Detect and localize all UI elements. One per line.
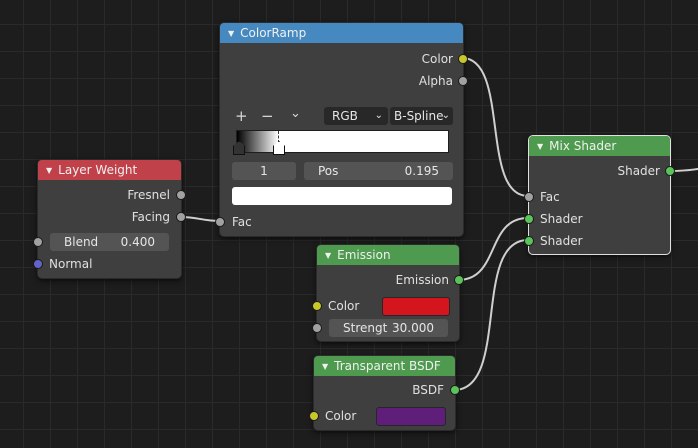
input-fac-socket[interactable] — [524, 192, 534, 202]
input-color-socket[interactable] — [312, 301, 322, 311]
layer-weight-header[interactable]: ▼ Layer Weight — [38, 160, 181, 180]
chevron-down-icon: ⌄ — [374, 110, 383, 121]
output-alpha-label: Alpha — [418, 74, 453, 88]
chevron-down-icon: ⌄ — [441, 110, 450, 121]
output-fresnel-socket[interactable] — [176, 190, 186, 200]
mix-shader-title: Mix Shader — [549, 139, 617, 153]
output-facing-label: Facing — [131, 210, 170, 224]
link-bsdf-to-mix-shader2 — [453, 239, 529, 391]
collapse-triangle-icon[interactable]: ▼ — [325, 251, 331, 260]
link-emission-to-mix-shader1 — [457, 217, 529, 281]
collapse-triangle-icon[interactable]: ▼ — [322, 362, 328, 371]
output-bsdf-socket[interactable] — [450, 385, 460, 395]
blend-field[interactable]: Blend 0.400 — [50, 233, 169, 251]
emission-title: Emission — [337, 248, 391, 262]
output-fresnel-label: Fresnel — [127, 188, 170, 202]
link-color-to-mix-fac — [461, 57, 529, 197]
emission-color-swatch[interactable] — [382, 297, 450, 316]
mix-shader-node[interactable]: ▼ Mix Shader Shader Fac Shader Shader — [524, 135, 675, 255]
stop-index-value: 1 — [260, 164, 268, 178]
stop-pos-field[interactable]: Pos 0.195 — [304, 162, 453, 180]
output-emission-socket[interactable] — [454, 275, 464, 285]
layer-weight-title: Layer Weight — [58, 163, 138, 177]
transparent-bsdf-title: Transparent BSDF — [334, 359, 441, 373]
input-color-label: Color — [325, 409, 357, 423]
transparent-bsdf-header[interactable]: ▼ Transparent BSDF — [314, 356, 455, 376]
output-alpha-socket[interactable] — [458, 76, 468, 86]
input-fac-label: Fac — [540, 190, 560, 204]
emission-header[interactable]: ▼ Emission — [317, 245, 459, 265]
output-color-socket[interactable] — [458, 54, 468, 64]
collapse-triangle-icon[interactable]: ▼ — [46, 166, 52, 175]
input-fac-label: Fac — [232, 215, 252, 229]
emission-node[interactable]: ▼ Emission Emission Color Strengt 30.000 — [312, 244, 464, 342]
color-ramp-gradient[interactable] — [236, 130, 449, 153]
strength-value: 30.000 — [392, 321, 434, 335]
remove-stop-button[interactable]: − — [261, 107, 274, 125]
input-fac-socket[interactable] — [215, 217, 225, 227]
input-shader1-socket[interactable] — [524, 214, 534, 224]
input-color-label: Color — [328, 299, 360, 313]
interpolation-select[interactable]: B-Spline ⌄ — [390, 107, 453, 125]
colorramp-header[interactable]: ▼ ColorRamp — [220, 23, 463, 43]
input-strength-socket[interactable] — [312, 323, 322, 333]
input-shader1-label: Shader — [540, 212, 583, 226]
collapse-triangle-icon[interactable]: ▼ — [228, 29, 234, 38]
pos-label: Pos — [318, 164, 339, 178]
output-bsdf-label: BSDF — [412, 383, 444, 397]
input-shader2-socket[interactable] — [524, 236, 534, 246]
colorramp-title: ColorRamp — [240, 26, 307, 40]
strength-field[interactable]: Strengt 30.000 — [329, 319, 448, 337]
mix-shader-header[interactable]: ▼ Mix Shader — [529, 136, 670, 156]
input-blend-socket[interactable] — [33, 237, 43, 247]
ramp-menu-button[interactable]: ⌄ — [290, 105, 301, 123]
collapse-triangle-icon[interactable]: ▼ — [537, 142, 543, 151]
output-shader-label: Shader — [617, 164, 660, 178]
input-color-socket[interactable] — [309, 411, 319, 421]
transparent-bsdf-node[interactable]: ▼ Transparent BSDF BSDF Color — [309, 355, 460, 431]
output-shader-socket[interactable] — [665, 166, 675, 176]
output-color-label: Color — [421, 52, 453, 66]
color-mode-select[interactable]: RGB ⌄ — [324, 107, 388, 125]
add-stop-button[interactable]: + — [235, 107, 248, 125]
blend-label: Blend — [64, 235, 99, 249]
color-mode-value: RGB — [332, 109, 358, 123]
pos-value: 0.195 — [404, 164, 439, 178]
output-facing-socket[interactable] — [176, 212, 186, 222]
transparent-color-swatch[interactable] — [376, 407, 446, 426]
input-normal-socket[interactable] — [33, 259, 43, 269]
layer-weight-node[interactable]: ▼ Layer Weight Fresnel Facing Blend 0.40… — [33, 159, 186, 279]
stop-color-swatch[interactable] — [232, 187, 452, 205]
strength-label: Strengt — [343, 321, 388, 335]
blend-value: 0.400 — [120, 235, 155, 249]
output-emission-label: Emission — [395, 273, 449, 287]
stop-index-field[interactable]: 1 — [232, 162, 296, 180]
input-shader2-label: Shader — [540, 234, 583, 248]
colorramp-node[interactable]: ▼ ColorRamp Color Alpha + − ⌄ RGB ⌄ B-Sp… — [215, 22, 468, 237]
input-normal-label: Normal — [49, 257, 93, 271]
interpolation-value: B-Spline — [394, 109, 444, 123]
